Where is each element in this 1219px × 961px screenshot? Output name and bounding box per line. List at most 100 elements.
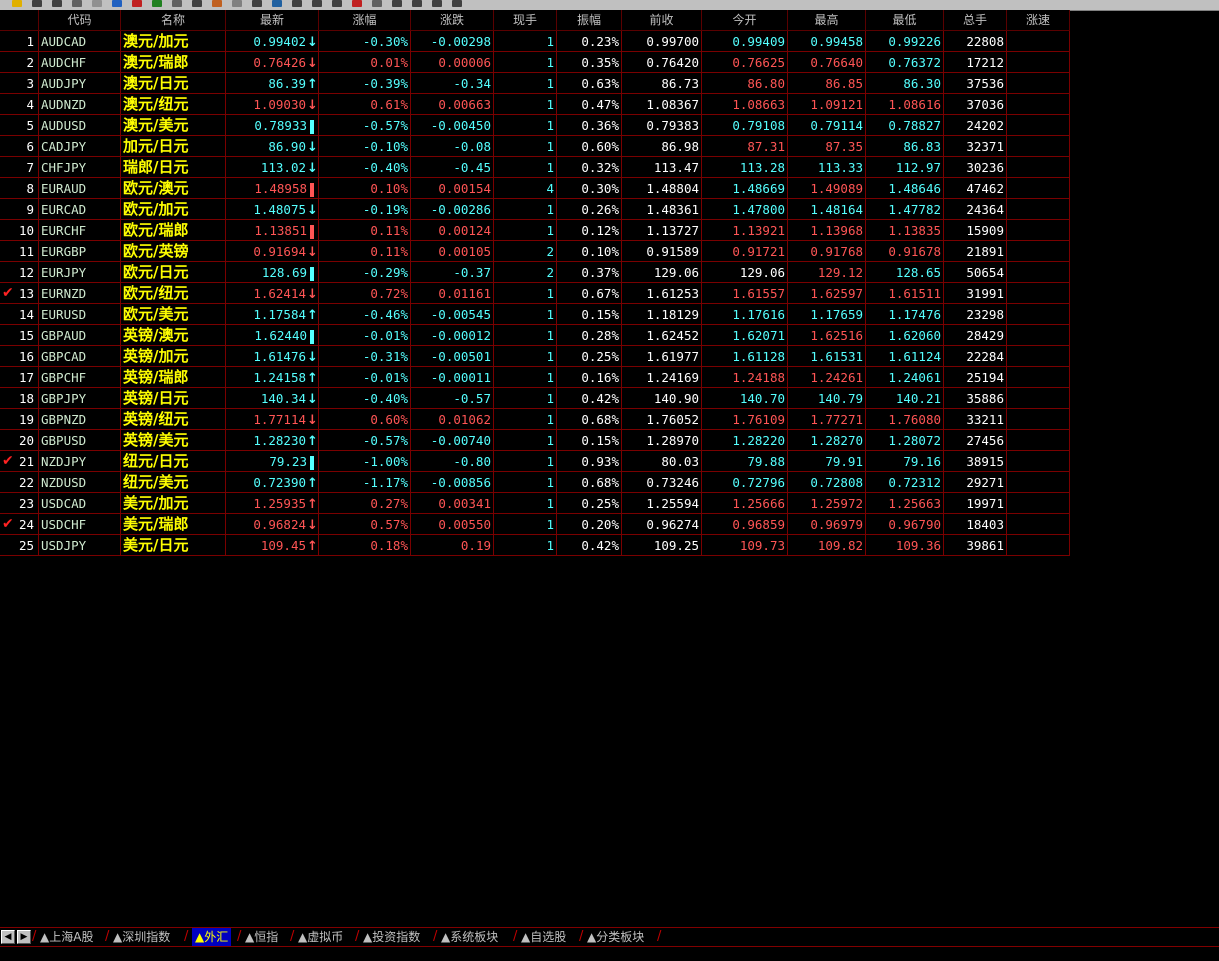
toolbar-button-icon[interactable] [272,0,282,7]
cell-name: 欧元/纽元 [121,283,226,304]
cell-high: 1.13968 [788,220,866,241]
market-tab[interactable]: ▲分类板块 [587,928,644,946]
table-row[interactable]: 8 EURAUD 欧元/澳元 1.48958 0.10% 0.00154 4 0.30% 1.4… [0,178,1070,199]
market-tab[interactable]: ▲系统板块 [441,928,498,946]
cell-low: 128.65 [866,262,944,283]
row-index: ✔ 21 [0,451,39,472]
header-total-volume[interactable]: 总手 [944,10,1007,31]
market-tab[interactable]: ▲投资指数 [363,928,420,946]
header-change-pct[interactable]: 涨幅 [319,10,411,31]
toolbar-button-icon[interactable] [312,0,322,7]
table-row[interactable]: 7 CHFJPY 瑞郎/日元 113.02↓ -0.40% -0.45 1 0.32% 113.… [0,157,1070,178]
toolbar-button-icon[interactable] [52,0,62,7]
table-row[interactable]: 25 USDJPY 美元/日元 109.45↑ 0.18% 0.19 1 0.42% 109.2… [0,535,1070,556]
row-index-label: 18 [18,391,34,406]
table-row[interactable]: 10 EURCHF 欧元/瑞郎 1.13851 0.11% 0.00124 1 0.12% 1.… [0,220,1070,241]
tick-bar-icon [310,266,314,281]
table-row[interactable]: 18 GBPJPY 英镑/日元 140.34↓ -0.40% -0.57 1 0.42% 140… [0,388,1070,409]
cell-chg: -0.00011 [411,367,494,388]
cell-high: 113.33 [788,157,866,178]
toolbar-button-icon[interactable] [292,0,302,7]
table-row[interactable]: 19 GBPNZD 英镑/纽元 1.77114↓ 0.60% 0.01062 1 0.68% 1… [0,409,1070,430]
header-amplitude[interactable]: 振幅 [557,10,622,31]
arrow-up-icon: ↑ [307,371,318,386]
toolbar-button-icon[interactable] [232,0,242,7]
toolbar-button-icon[interactable] [372,0,382,7]
table-row[interactable]: ✔ 13 EURNZD 欧元/纽元 1.62414↓ 0.72% 0.01161 1 0.67%… [0,283,1070,304]
table-row[interactable]: 12 EURJPY 欧元/日元 128.69 -0.29% -0.37 2 0.37% 129.… [0,262,1070,283]
tab-scroll-left-button[interactable]: ◀ [1,930,15,944]
table-row[interactable]: 9 EURCAD 欧元/加元 1.48075↓ -0.19% -0.00286 1 0.26%… [0,199,1070,220]
table-row[interactable]: 16 GBPCAD 英镑/加元 1.61476↓ -0.31% -0.00501 1 0.25… [0,346,1070,367]
header-volume[interactable]: 现手 [494,10,557,31]
market-tab[interactable]: ▲上海A股 [40,928,93,946]
cell-chg-pct: -0.39% [319,73,411,94]
table-row[interactable]: 5 AUDUSD 澳元/美元 0.78933 -0.57% -0.00450 1 0.36% 0… [0,115,1070,136]
toolbar-button-icon[interactable] [112,0,122,7]
header-high[interactable]: 最高 [788,10,866,31]
table-row[interactable]: 2 AUDCHF 澳元/瑞郎 0.76426↓ 0.01% 0.00006 1 0.35% 0.… [0,52,1070,73]
cell-name: 英镑/加元 [121,346,226,367]
toolbar-button-icon[interactable] [152,0,162,7]
table-row[interactable]: 17 GBPCHF 英镑/瑞郎 1.24158↑ -0.01% -0.00011 1 0.16… [0,367,1070,388]
table-row[interactable]: 11 EURGBP 欧元/英镑 0.91694↓ 0.11% 0.00105 2 0.10% 0… [0,241,1070,262]
toolbar-button-icon[interactable] [212,0,222,7]
table-row[interactable]: 15 GBPAUD 英镑/澳元 1.62440 -0.01% -0.00012 1 0.28%… [0,325,1070,346]
market-tab[interactable]: ▲自选股 [521,928,566,946]
table-row[interactable]: 23 USDCAD 美元/加元 1.25935↑ 0.27% 0.00341 1 0.25% 1… [0,493,1070,514]
cell-high: 0.96979 [788,514,866,535]
toolbar-button-icon[interactable] [332,0,342,7]
market-tab[interactable]: ▲虚拟币 [298,928,343,946]
toolbar-button-icon[interactable] [412,0,422,7]
toolbar-button-icon[interactable] [72,0,82,7]
toolbar-button-icon[interactable] [32,0,42,7]
last-price: 0.99402 [253,34,306,49]
toolbar-button-icon[interactable] [432,0,442,7]
toolbar-button-icon[interactable] [352,0,362,7]
cell-last: 1.48075↓ [226,199,319,220]
header-open[interactable]: 今开 [702,10,788,31]
header-speed[interactable]: 涨速 [1007,10,1070,31]
tab-scroll-right-button[interactable]: ▶ [17,930,31,944]
cell-vol: 4 [494,178,557,199]
toolbar-button-icon[interactable] [192,0,202,7]
cell-total: 38915 [944,451,1007,472]
header-change[interactable]: 涨跌 [411,10,494,31]
table-row[interactable]: 3 AUDJPY 澳元/日元 86.39↑ -0.39% -0.34 1 0.63% 86.73… [0,73,1070,94]
toolbar-button-icon[interactable] [452,0,462,7]
toolbar-button-icon[interactable] [392,0,402,7]
toolbar-button-icon[interactable] [172,0,182,7]
toolbar-button-icon[interactable] [252,0,262,7]
table-row[interactable]: ✔ 24 USDCHF 美元/瑞郎 0.96824↓ 0.57% 0.00550 1 0.20%… [0,514,1070,535]
table-row[interactable]: 20 GBPUSD 英镑/美元 1.28230↑ -0.57% -0.00740 1 0.15… [0,430,1070,451]
header-last[interactable]: 最新 [226,10,319,31]
toolbar-button-icon[interactable] [132,0,142,7]
market-tab[interactable]: ▲恒指 [245,928,278,946]
table-row[interactable]: 14 EURUSD 欧元/美元 1.17584↑ -0.46% -0.00545 1 0.15… [0,304,1070,325]
cell-open: 1.17616 [702,304,788,325]
market-tab[interactable]: ▲深圳指数 [113,928,170,946]
toolbar-button-icon[interactable] [12,0,22,7]
cell-code: NZDUSD [39,472,121,493]
header-prev-close[interactable]: 前收 [622,10,702,31]
header-name[interactable]: 名称 [121,10,226,31]
tick-bar-icon [310,182,314,197]
cell-speed [1007,304,1070,325]
row-index-label: 3 [26,76,34,91]
table-row[interactable]: 6 CADJPY 加元/日元 86.90↓ -0.10% -0.08 1 0.60% 86.98… [0,136,1070,157]
cell-chg: 0.00663 [411,94,494,115]
header-code[interactable]: 代码 [39,10,121,31]
table-row[interactable]: 22 NZDUSD 纽元/美元 0.72390↑ -1.17% -0.00856 1 0.68… [0,472,1070,493]
cell-total: 30236 [944,157,1007,178]
table-row[interactable]: 4 AUDNZD 澳元/纽元 1.09030↓ 0.61% 0.00663 1 0.47% 1.… [0,94,1070,115]
row-index-label: 12 [18,265,34,280]
table-row[interactable]: ✔ 21 NZDJPY 纽元/日元 79.23 -1.00% -0.80 1 0.93% 80.0… [0,451,1070,472]
cell-speed [1007,493,1070,514]
table-row[interactable]: 1 AUDCAD 澳元/加元 0.99402↓ -0.30% -0.00298 1 0.23%… [0,31,1070,52]
header-low[interactable]: 最低 [866,10,944,31]
header-index[interactable] [0,10,39,31]
market-tab[interactable]: ▲外汇 [192,928,232,946]
cell-name: 澳元/加元 [121,31,226,52]
cell-vol: 1 [494,514,557,535]
toolbar-button-icon[interactable] [92,0,102,7]
